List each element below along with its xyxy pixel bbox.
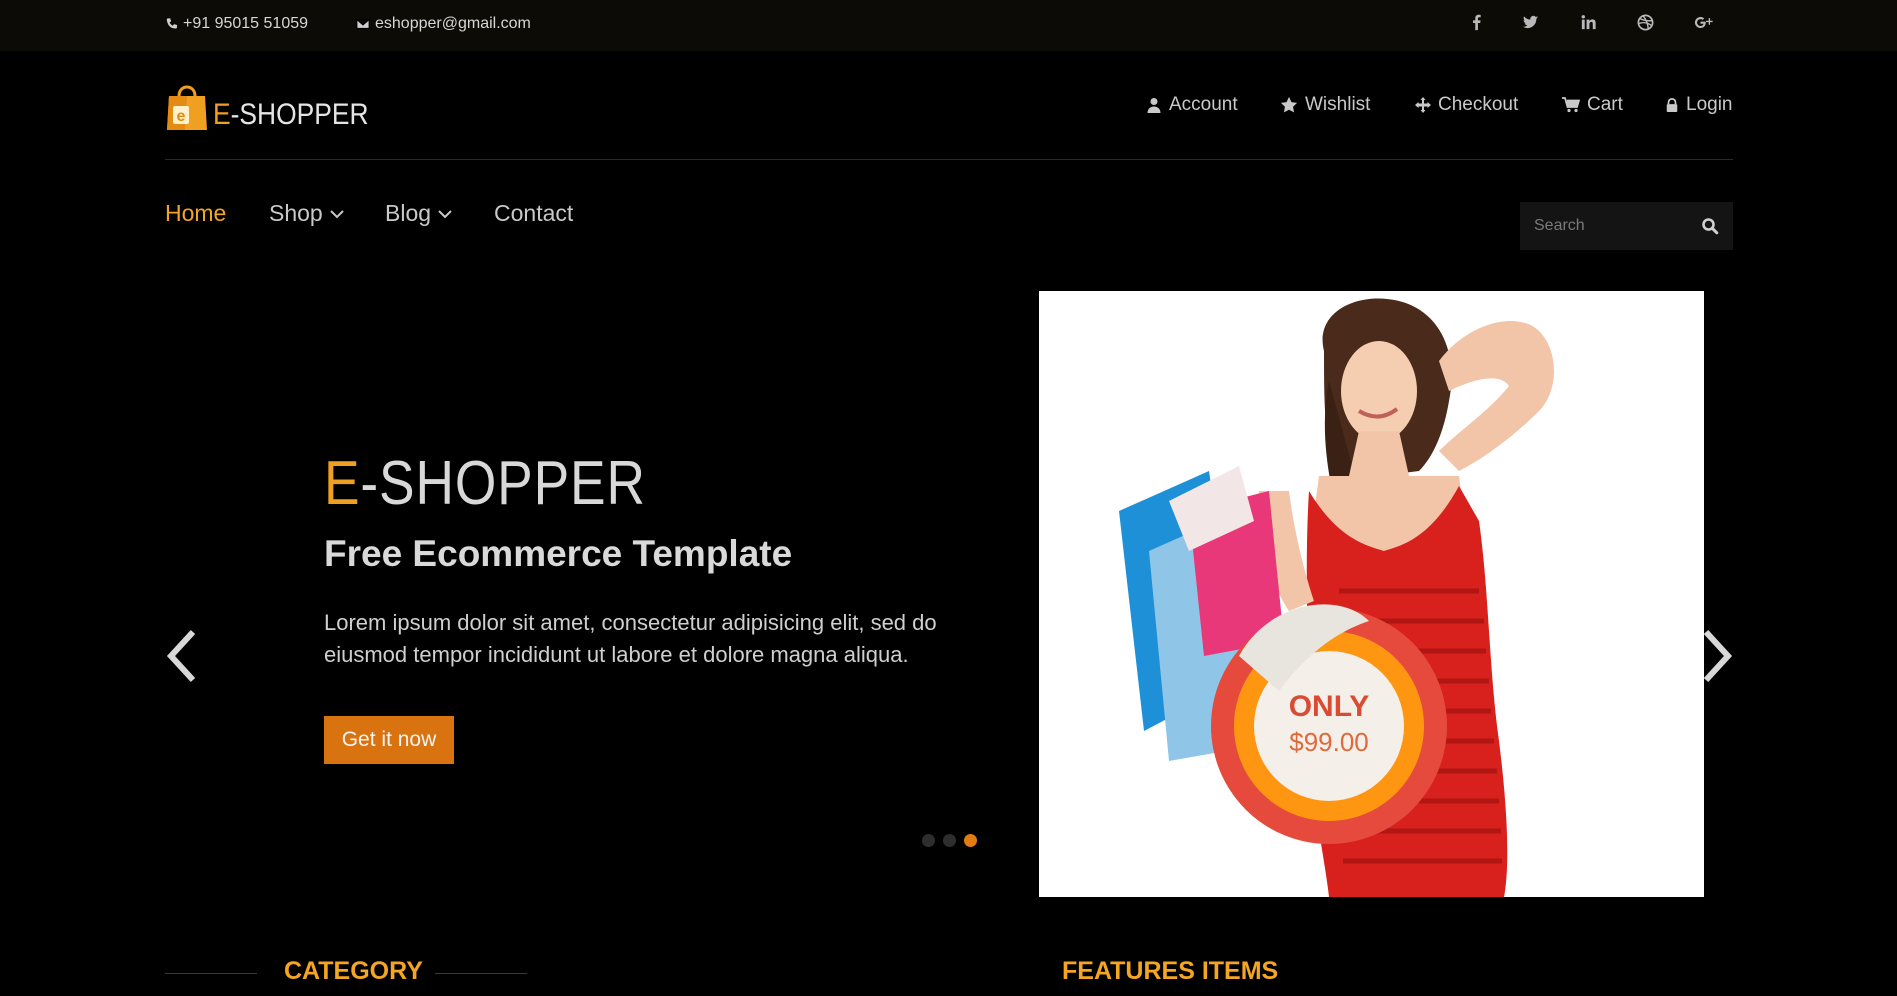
twitter-icon[interactable] — [1518, 13, 1542, 38]
woman-shopping-illustration: ONLY $99.00 — [1119, 298, 1554, 897]
slider-dot-2[interactable] — [943, 834, 956, 847]
slide-title: E-SHOPPER — [324, 448, 646, 519]
cart-link[interactable]: Cart — [1562, 94, 1623, 116]
search-box — [1520, 202, 1733, 250]
cart-label: Cart — [1587, 94, 1623, 115]
nav-shop-label: Shop — [269, 200, 323, 226]
slider-prev-arrow[interactable] — [165, 628, 199, 684]
email-address: eshopper@gmail.com — [375, 15, 531, 32]
slide-title-accent: E — [324, 449, 361, 518]
nav-blog[interactable]: Blog — [385, 200, 452, 227]
phone-icon — [166, 18, 177, 29]
logo-wordmark: E-SHOPPER — [213, 98, 369, 132]
nav-home[interactable]: Home — [165, 200, 226, 227]
account-label: Account — [1169, 94, 1238, 115]
phone-number: +91 95015 51059 — [183, 15, 309, 32]
header-divider — [165, 159, 1733, 160]
site-logo[interactable]: e E-SHOPPER — [165, 80, 390, 132]
facebook-icon[interactable] — [1464, 13, 1488, 38]
crosshair-icon — [1415, 97, 1431, 113]
lock-icon — [1666, 98, 1678, 112]
category-divider-left — [165, 973, 257, 974]
search-icon[interactable] — [1701, 217, 1719, 235]
get-it-now-button[interactable]: Get it now — [324, 716, 454, 764]
chevron-right-icon — [1703, 629, 1733, 683]
account-link[interactable]: Account — [1146, 94, 1238, 116]
badge-only-text: ONLY — [1289, 690, 1370, 723]
logo-wordmark-rest: -SHOPPER — [230, 98, 369, 131]
email-contact[interactable]: eshopper@gmail.com — [355, 15, 531, 33]
dribbble-icon[interactable] — [1633, 13, 1657, 38]
linkedin-icon[interactable] — [1576, 13, 1600, 38]
logo-wordmark-accent: E — [213, 98, 231, 131]
category-divider-right — [435, 973, 527, 974]
search-input[interactable] — [1520, 202, 1680, 250]
logo-bag-letter: e — [177, 108, 186, 125]
slide-subtitle: Free Ecommerce Template — [324, 533, 793, 574]
nav-contact[interactable]: Contact — [494, 200, 573, 227]
slider-next-arrow[interactable] — [1700, 628, 1734, 684]
nav-blog-label: Blog — [385, 200, 432, 226]
checkout-label: Checkout — [1438, 94, 1519, 115]
top-bar: +91 95015 51059 eshopper@gmail.com — [0, 0, 1897, 51]
chevron-down-icon — [330, 209, 344, 218]
chevron-down-icon — [438, 209, 452, 218]
slider-dot-1[interactable] — [922, 834, 935, 847]
google-plus-icon[interactable] — [1691, 13, 1715, 38]
nav-contact-label: Contact — [494, 200, 574, 226]
wishlist-label: Wishlist — [1305, 94, 1371, 115]
badge-price-text: $99.00 — [1289, 727, 1369, 757]
login-link[interactable]: Login — [1665, 94, 1733, 116]
cart-icon — [1562, 97, 1580, 113]
login-label: Login — [1686, 94, 1733, 115]
slide-product-image: ONLY $99.00 — [1039, 291, 1704, 897]
phone-contact[interactable]: +91 95015 51059 — [165, 15, 308, 33]
slide-title-rest: -SHOPPER — [360, 449, 646, 518]
features-items-heading: FEATURES ITEMS — [1062, 957, 1279, 985]
checkout-link[interactable]: Checkout — [1415, 94, 1518, 116]
chevron-left-icon — [166, 629, 196, 683]
category-heading: CATEGORY — [284, 957, 423, 985]
envelope-icon — [356, 19, 370, 29]
slider-dot-3[interactable] — [964, 834, 977, 847]
nav-shop[interactable]: Shop — [269, 200, 344, 227]
star-icon — [1280, 96, 1298, 113]
user-icon — [1147, 98, 1161, 113]
slide-description: Lorem ipsum dolor sit amet, consectetur … — [324, 610, 937, 667]
wishlist-link[interactable]: Wishlist — [1280, 94, 1370, 116]
nav-home-label: Home — [165, 200, 227, 226]
shopping-bag-logo-icon: e — [167, 85, 207, 130]
